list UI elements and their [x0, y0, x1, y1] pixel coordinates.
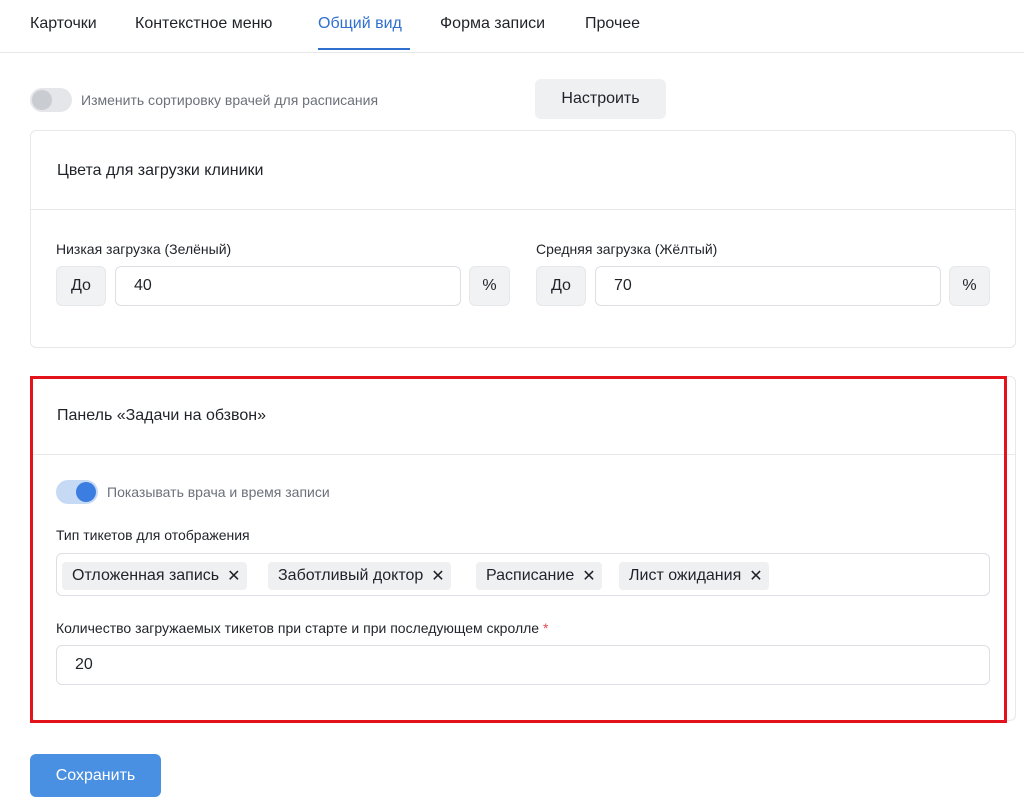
tab-cards[interactable]: Карточки	[30, 15, 97, 33]
tab-bar: Карточки Контекстное меню Общий вид Форм…	[0, 0, 1024, 53]
medium-load-prefix: До	[536, 266, 586, 306]
low-load-prefix: До	[56, 266, 106, 306]
card-divider	[31, 209, 1015, 210]
low-load-suffix: %	[469, 266, 510, 306]
tab-booking-form[interactable]: Форма записи	[440, 15, 545, 33]
toggle-knob	[32, 90, 52, 110]
medium-load-label: Средняя загрузка (Жёлтый)	[536, 241, 718, 257]
low-load-label: Низкая загрузка (Зелёный)	[56, 241, 232, 257]
medium-load-input[interactable]: 70	[595, 266, 941, 306]
highlight-frame	[30, 376, 1007, 723]
load-colors-card: Цвета для загрузки клиники	[30, 130, 1016, 348]
configure-button[interactable]: Настроить	[535, 79, 666, 119]
low-load-input[interactable]: 40	[115, 266, 461, 306]
medium-load-suffix: %	[949, 266, 990, 306]
tab-context-menu[interactable]: Контекстное меню	[135, 15, 272, 33]
tab-other[interactable]: Прочее	[585, 15, 640, 33]
sort-doctors-toggle[interactable]	[30, 88, 72, 112]
sort-doctors-label: Изменить сортировку врачей для расписани…	[81, 92, 379, 108]
active-tab-indicator	[318, 48, 410, 50]
load-colors-title: Цвета для загрузки клиники	[57, 162, 264, 179]
save-button[interactable]: Сохранить	[30, 754, 161, 797]
tab-general-view[interactable]: Общий вид	[318, 15, 402, 33]
